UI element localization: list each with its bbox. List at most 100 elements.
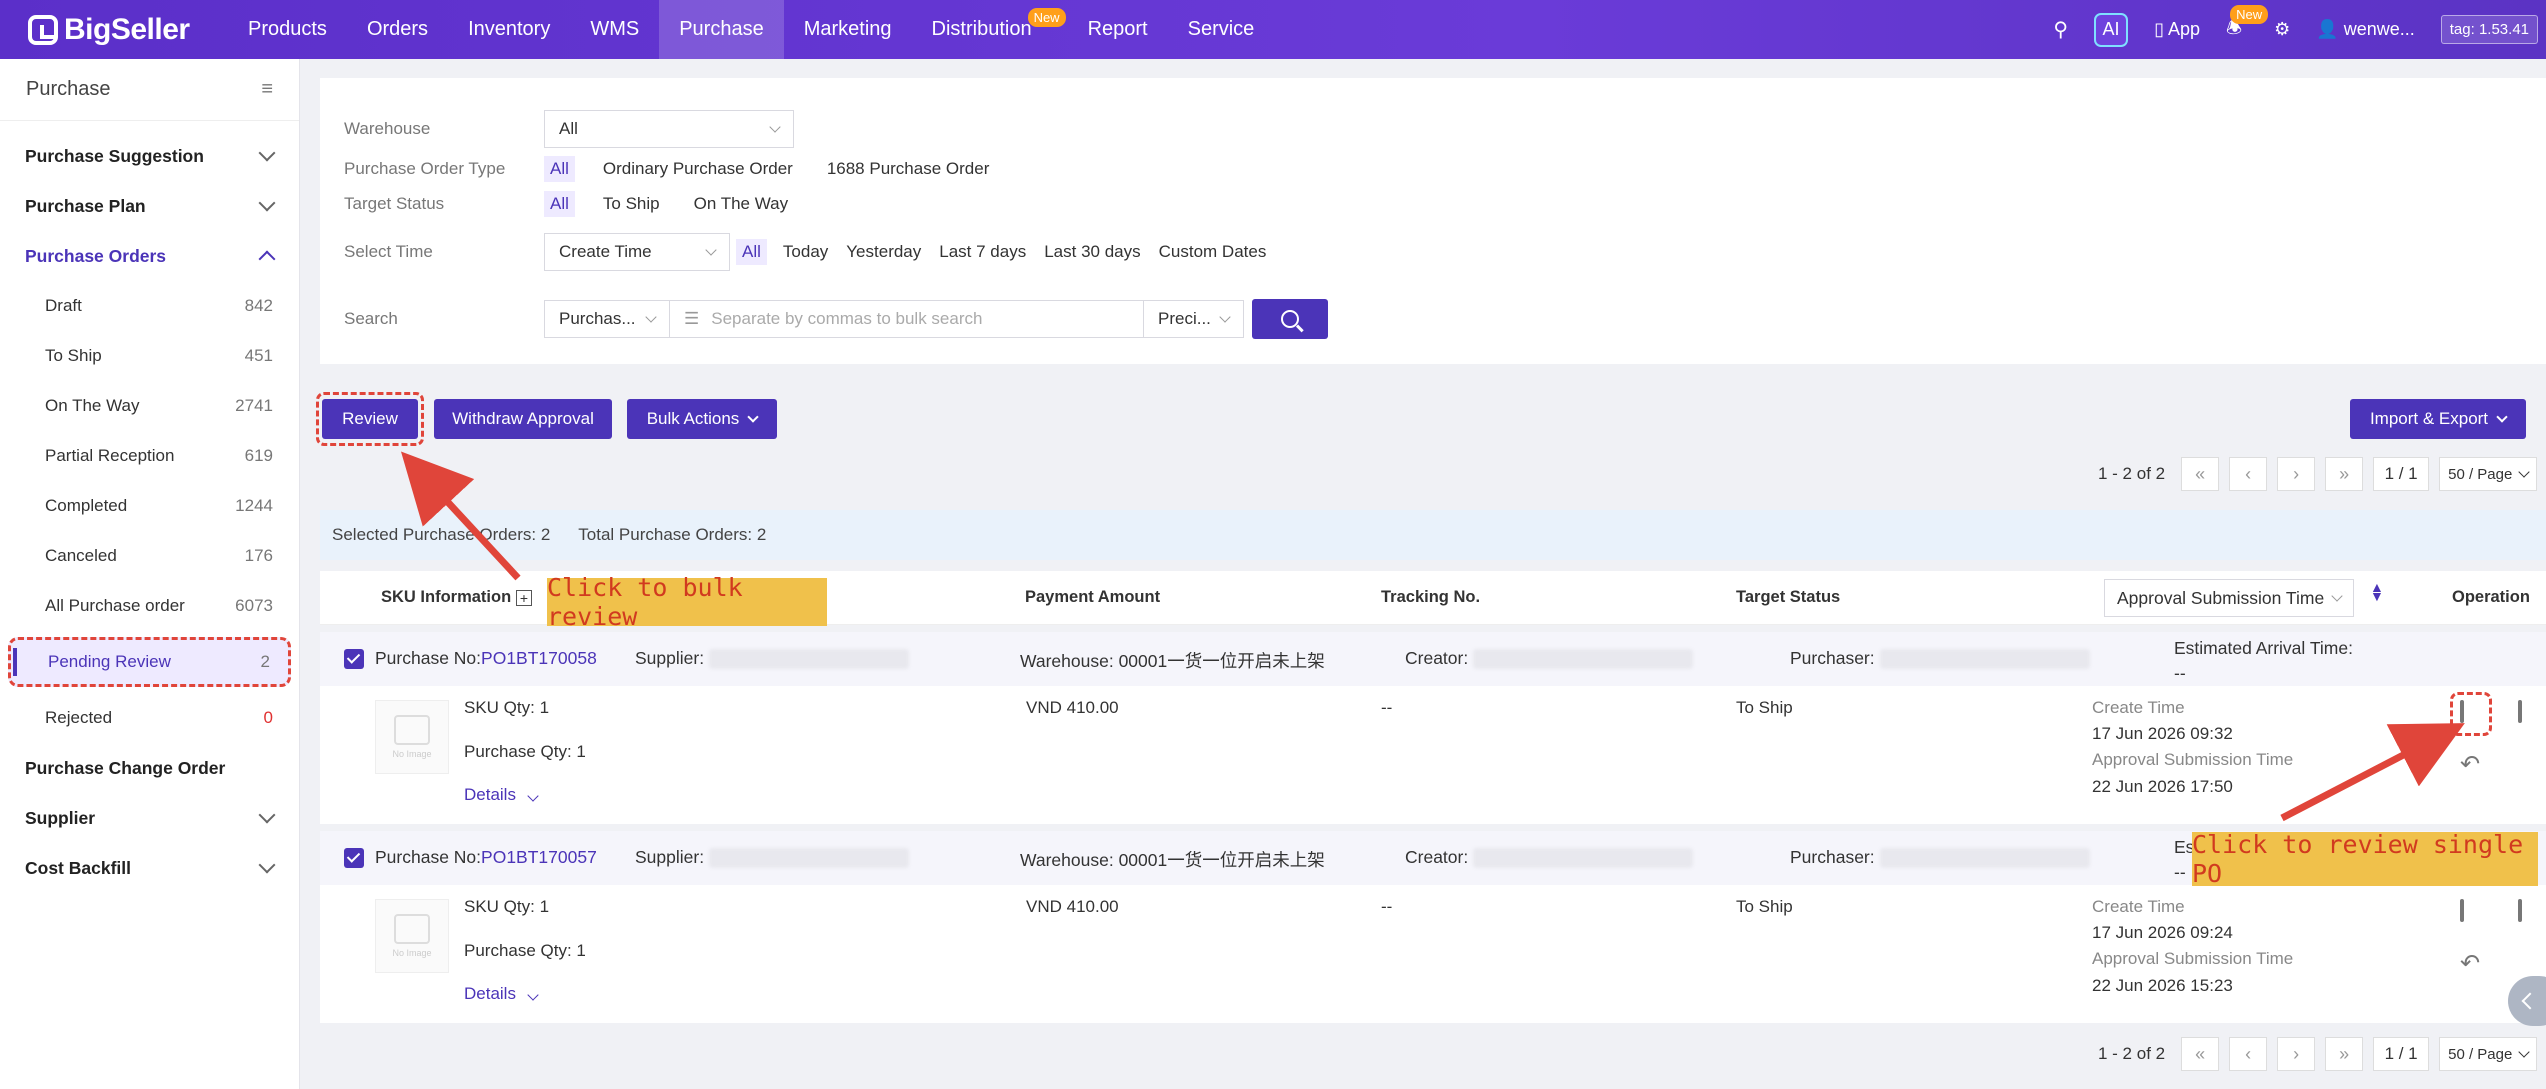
new-badge: New <box>1027 8 1066 27</box>
search-input[interactable]: ☰ Separate by commas to bulk search <box>670 300 1144 338</box>
order-checkbox[interactable] <box>344 649 364 669</box>
nav-report[interactable]: Report <box>1068 0 1168 59</box>
item-count: 451 <box>244 346 273 365</box>
next-page-button[interactable]: › <box>2277 1037 2316 1071</box>
select-value: Purchas... <box>559 309 636 328</box>
product-thumbnail: No Image <box>375 899 449 973</box>
review-icon[interactable] <box>2460 899 2464 922</box>
expand-all-icon[interactable]: + <box>516 590 532 606</box>
search-filter: Search Purchas... ☰ Separate by commas to… <box>344 299 1328 339</box>
po-number-link[interactable]: PO1BT170057 <box>481 847 597 867</box>
sidebar-group-purchase-plan[interactable]: Purchase Plan <box>0 181 299 231</box>
order-type-ordinary[interactable]: Ordinary Purchase Order <box>597 156 799 182</box>
time-yesterday[interactable]: Yesterday <box>840 239 927 265</box>
nav-purchase[interactable]: Purchase <box>659 0 784 59</box>
sidebar-item-completed[interactable]: Completed 1244 <box>0 481 299 531</box>
sidebar-item-draft[interactable]: Draft 842 <box>0 281 299 331</box>
gear-icon[interactable]: ⚙ <box>2274 19 2290 40</box>
ai-button[interactable]: AI <box>2094 12 2129 47</box>
sidebar-item-rejected[interactable]: Rejected 0 <box>0 693 299 743</box>
page-size-select[interactable]: 50 / Page <box>2439 457 2538 491</box>
search-icon[interactable]: ⚲ <box>2053 17 2068 42</box>
page-indicator[interactable]: 1 / 1 <box>2373 1037 2430 1071</box>
item-label: Canceled <box>45 546 117 565</box>
image-placeholder-icon <box>394 914 430 944</box>
selection-summary: Selected Purchase Orders: 2 Total Purcha… <box>320 510 2546 560</box>
selected-count: Selected Purchase Orders: 2 <box>332 525 551 544</box>
next-page-button[interactable]: › <box>2277 457 2316 491</box>
match-mode-select[interactable]: Preci... <box>1144 300 1244 338</box>
prev-page-button[interactable]: ‹ <box>2229 1037 2268 1071</box>
first-page-button[interactable]: « <box>2181 457 2220 491</box>
sidebar-group-purchase-change-order[interactable]: Purchase Change Order <box>0 743 299 793</box>
item-label: On The Way <box>45 396 140 415</box>
time-custom-dates[interactable]: Custom Dates <box>1153 239 1273 265</box>
last-page-button[interactable]: » <box>2325 1037 2364 1071</box>
sidebar-group-supplier[interactable]: Supplier <box>0 793 299 843</box>
sidebar-item-canceled[interactable]: Canceled 176 <box>0 531 299 581</box>
document-icon[interactable] <box>2518 700 2522 723</box>
po-number-link[interactable]: PO1BT170058 <box>481 648 597 668</box>
nav-wms[interactable]: WMS <box>570 0 659 59</box>
sidebar-group-purchase-orders[interactable]: Purchase Orders <box>0 231 299 281</box>
order-type-all[interactable]: All <box>544 156 575 182</box>
item-count: 2741 <box>235 396 273 415</box>
withdraw-approval-button[interactable]: Withdraw Approval <box>434 399 612 439</box>
sidebar-item-to-ship[interactable]: To Ship 451 <box>0 331 299 381</box>
supplier-label: Supplier: <box>635 648 705 668</box>
page-size-value: 50 / Page <box>2448 1045 2513 1063</box>
group-label: Cost Backfill <box>25 857 131 878</box>
sidebar-item-on-the-way[interactable]: On The Way 2741 <box>0 381 299 431</box>
sort-select[interactable]: Approval Submission Time <box>2104 579 2354 617</box>
chevron-down-icon <box>2331 590 2343 602</box>
time-last-7-days[interactable]: Last 7 days <box>933 239 1032 265</box>
review-icon[interactable] <box>2460 700 2464 723</box>
document-icon[interactable] <box>2518 899 2522 922</box>
notification-icon[interactable]: 🕭 New <box>2226 4 2269 45</box>
time-last-30-days[interactable]: Last 30 days <box>1038 239 1146 265</box>
order-checkbox[interactable] <box>344 848 364 868</box>
time-all[interactable]: All <box>736 239 767 265</box>
user-menu[interactable]: 👤 wenwe... <box>2316 19 2414 40</box>
target-status-to-ship[interactable]: To Ship <box>597 191 666 217</box>
bigseller-logo[interactable]: BigSeller <box>28 13 228 47</box>
nav-service[interactable]: Service <box>1168 0 1275 59</box>
target-status-all[interactable]: All <box>544 191 575 217</box>
nav-orders[interactable]: Orders <box>347 0 448 59</box>
time-field-select[interactable]: Create Time <box>544 233 730 271</box>
bulk-actions-button[interactable]: Bulk Actions <box>627 399 777 439</box>
search-button[interactable] <box>1252 299 1328 339</box>
sidebar-group-purchase-suggestion[interactable]: Purchase Suggestion <box>0 131 299 181</box>
nav-distribution[interactable]: Distribution New <box>912 0 1066 59</box>
nav-inventory[interactable]: Inventory <box>448 0 570 59</box>
column-target-status: Target Status <box>1736 588 1841 606</box>
search-field-select[interactable]: Purchas... <box>544 300 670 338</box>
order-type-1688[interactable]: 1688 Purchase Order <box>821 156 996 182</box>
sidebar-item-partial-reception[interactable]: Partial Reception 619 <box>0 431 299 481</box>
warehouse-select[interactable]: All <box>544 110 794 148</box>
time-today[interactable]: Today <box>777 239 834 265</box>
undo-icon[interactable]: ↶ <box>2460 949 2480 978</box>
review-button[interactable]: Review <box>322 399 418 439</box>
nav-products[interactable]: Products <box>228 0 347 59</box>
nav-marketing[interactable]: Marketing <box>784 0 912 59</box>
prev-page-button[interactable]: ‹ <box>2229 457 2268 491</box>
page-size-select[interactable]: 50 / Page <box>2439 1037 2538 1071</box>
sort-order-icon[interactable]: ▲ ▼ <box>2370 580 2384 603</box>
nav-label: Products <box>248 18 327 40</box>
target-status-on-the-way[interactable]: On The Way <box>688 191 794 217</box>
last-page-button[interactable]: » <box>2325 457 2364 491</box>
import-export-button[interactable]: Import & Export <box>2350 399 2526 439</box>
app-link[interactable]: ▯ App <box>2154 19 2200 40</box>
pagination-top: 1 - 2 of 2 « ‹ › » 1 / 1 50 / Page <box>2098 457 2538 491</box>
page-indicator[interactable]: 1 / 1 <box>2373 457 2430 491</box>
details-toggle[interactable]: Details <box>464 785 539 805</box>
sidebar-group-cost-backfill[interactable]: Cost Backfill <box>0 843 299 893</box>
first-page-button[interactable]: « <box>2181 1037 2220 1071</box>
sidebar-item-pending-review[interactable]: Pending Review 2 <box>8 637 291 687</box>
sidebar-item-all-purchase-order[interactable]: All Purchase order 6073 <box>0 581 299 631</box>
nav-label: Report <box>1087 18 1148 40</box>
collapse-menu-icon[interactable]: ≡ <box>261 78 273 101</box>
undo-icon[interactable]: ↶ <box>2460 750 2480 779</box>
details-toggle[interactable]: Details <box>464 984 539 1004</box>
